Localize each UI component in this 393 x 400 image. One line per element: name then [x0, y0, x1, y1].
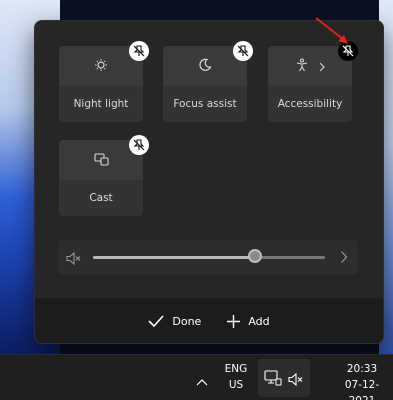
volume-slider-track[interactable]	[93, 256, 325, 259]
unpin-focus-assist-icon[interactable]	[233, 41, 253, 61]
speaker-muted-icon	[288, 371, 304, 390]
tile-night-light-label: Night light	[59, 86, 143, 122]
focus-assist-icon	[198, 57, 212, 76]
plus-icon	[227, 314, 241, 328]
volume-control	[58, 240, 358, 274]
unpin-cast-icon[interactable]	[129, 135, 149, 155]
tile-cast-label: Cast	[59, 180, 143, 216]
chevron-right-icon	[319, 57, 325, 76]
clock-date: 07-12-2021	[344, 379, 380, 400]
clock[interactable]: 20:33 07-12-2021	[334, 361, 390, 400]
quick-settings-footer: Done Add	[35, 297, 383, 343]
language-indicator[interactable]: ENG US	[220, 361, 252, 393]
taskbar: ENG US 20:33 07-12-2021	[0, 354, 393, 400]
speaker-muted-icon[interactable]	[66, 250, 82, 269]
add-label: Add	[248, 314, 270, 328]
quick-settings-tray-button[interactable]	[258, 359, 310, 397]
language-line2: US	[228, 379, 244, 391]
annotation-arrow	[315, 17, 348, 44]
cast-icon	[93, 151, 109, 170]
network-icon	[264, 370, 282, 390]
chevron-right-icon[interactable]	[340, 249, 348, 268]
desktop: Done Add Night light Focus assist Access…	[0, 0, 393, 400]
volume-slider-thumb[interactable]	[248, 249, 262, 263]
unpin-night-light-icon[interactable]	[129, 41, 149, 61]
checkmark-icon	[148, 315, 164, 327]
tile-focus-assist-label: Focus assist	[163, 86, 247, 122]
add-button[interactable]: Add	[227, 314, 270, 328]
done-button[interactable]: Done	[148, 315, 201, 328]
clock-time: 20:33	[346, 363, 378, 375]
accessibility-icon	[295, 57, 309, 76]
night-light-icon	[94, 57, 108, 76]
tile-accessibility-label: Accessibility	[268, 86, 352, 122]
language-line1: ENG	[224, 363, 248, 375]
done-label: Done	[172, 314, 202, 328]
chevron-up-icon[interactable]	[196, 371, 208, 390]
volume-slider-fill	[93, 256, 255, 259]
